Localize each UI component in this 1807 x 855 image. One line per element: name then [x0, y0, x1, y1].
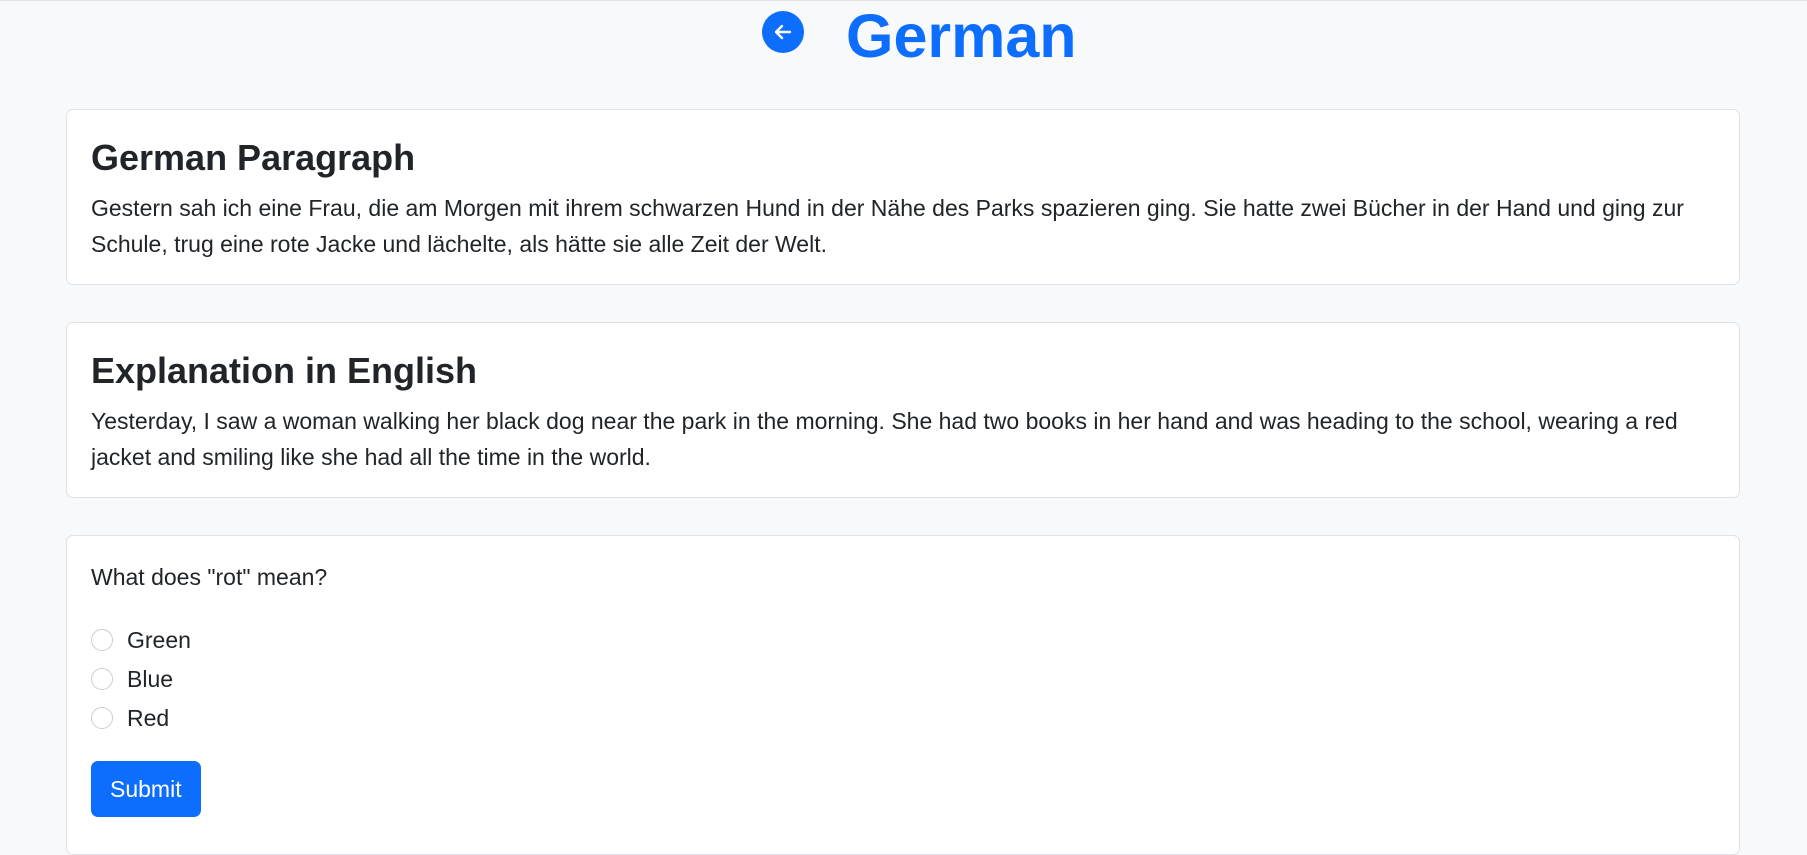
english-explanation-card: Explanation in English Yesterday, I saw …: [66, 322, 1740, 498]
english-explanation-title: Explanation in English: [91, 350, 478, 391]
radio-button[interactable]: [91, 629, 113, 651]
submit-button[interactable]: Submit: [91, 761, 201, 817]
arrow-left-icon: [772, 21, 794, 43]
quiz-option-label: Red: [127, 705, 170, 731]
quiz-question: What does "rot" mean?: [91, 564, 328, 590]
radio-button[interactable]: [91, 707, 113, 729]
quiz-option-blue[interactable]: Blue: [91, 664, 173, 694]
quiz-option-red[interactable]: Red: [91, 703, 169, 733]
german-paragraph-card: German Paragraph Gestern sah ich eine Fr…: [66, 109, 1740, 285]
radio-button[interactable]: [91, 668, 113, 690]
english-explanation-text: Yesterday, I saw a woman walking her bla…: [91, 408, 1678, 470]
german-paragraph-text: Gestern sah ich eine Frau, die am Morgen…: [91, 195, 1684, 257]
page-title: German: [846, 2, 1077, 70]
page-header: German: [0, 1, 1807, 71]
quiz-option-label: Blue: [127, 666, 174, 692]
german-paragraph-title: German Paragraph: [91, 137, 416, 178]
quiz-card: What does "rot" mean? Green Blue Red Sub…: [66, 535, 1740, 855]
back-button[interactable]: [762, 11, 804, 53]
quiz-option-green[interactable]: Green: [91, 625, 191, 655]
quiz-option-label: Green: [127, 627, 191, 653]
